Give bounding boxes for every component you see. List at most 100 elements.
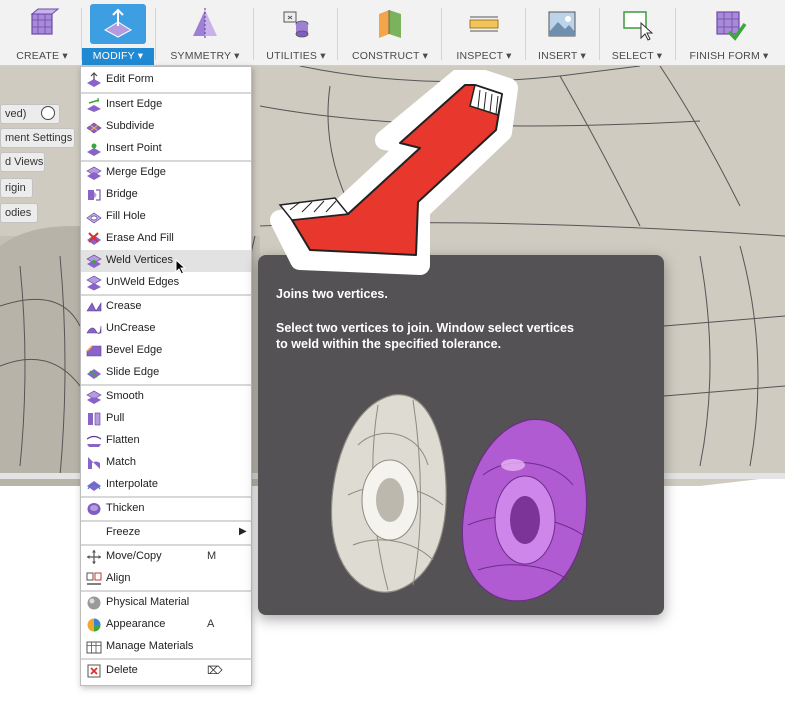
- symmetry-icon: [193, 8, 217, 40]
- menu-item-label: Edit Form: [106, 73, 154, 85]
- menu-item-freeze[interactable]: Freeze ▶: [81, 522, 251, 544]
- pull-icon: [88, 412, 101, 426]
- toolbar-select[interactable]: SELECT ▾: [600, 0, 674, 66]
- insert-icon: [548, 11, 576, 37]
- toolbar-divider: [337, 8, 338, 60]
- tooltip-preview-image: [330, 394, 588, 602]
- browser-item-origin[interactable]: rigin: [0, 178, 33, 198]
- finish-form-icon: [716, 11, 747, 41]
- browser-item-views[interactable]: d Views: [0, 152, 45, 172]
- menu-item-interpolate[interactable]: Interpolate: [81, 474, 251, 496]
- menu-item-label: Bevel Edge: [106, 344, 163, 356]
- browser-item-bodies[interactable]: odies: [0, 203, 38, 223]
- inspect-icon: [469, 16, 499, 32]
- menu-item-appearance[interactable]: Appearance A: [81, 614, 251, 636]
- align-icon: [86, 572, 102, 585]
- menu-item-label: Erase And Fill: [106, 232, 174, 244]
- toolbar-divider: [253, 8, 254, 60]
- menu-item-insert-point[interactable]: Insert Point: [81, 138, 251, 160]
- menu-item-unweld-edges[interactable]: UnWeld Edges: [81, 272, 251, 294]
- menu-item-shortcut: M: [207, 550, 217, 562]
- menu-item-label: Merge Edge: [106, 166, 166, 178]
- bridge-icon: [88, 189, 101, 201]
- menu-item-uncrease[interactable]: UnCrease: [81, 318, 251, 340]
- uncrease-icon: [86, 325, 102, 334]
- radio-icon[interactable]: [41, 106, 55, 120]
- bevel-edge-icon: [86, 345, 102, 357]
- menu-item-label: Fill Hole: [106, 210, 146, 222]
- smooth-icon: [86, 390, 102, 404]
- menu-item-flatten[interactable]: Flatten: [81, 430, 251, 452]
- toolbar-inspect-label: INSPECT ▾: [456, 50, 512, 62]
- toolbar-divider: [441, 8, 442, 60]
- white-model-icon: [330, 394, 447, 593]
- menu-item-label: Bridge: [106, 188, 138, 200]
- toolbar-modify[interactable]: MODIFY ▾: [82, 0, 154, 66]
- browser-item-label: odies: [5, 207, 32, 219]
- menu-item-insert-edge[interactable]: Insert Edge: [81, 94, 251, 116]
- menu-item-move-copy[interactable]: Move/Copy M: [81, 546, 251, 568]
- menu-item-physical-material[interactable]: Physical Material: [81, 592, 251, 614]
- menu-item-align[interactable]: Align: [81, 568, 251, 590]
- menu-item-delete[interactable]: Delete ⌦: [81, 660, 251, 682]
- toolbar-symmetry[interactable]: SYMMETRY ▾: [158, 0, 252, 66]
- menu-item-edit-form[interactable]: Edit Form: [81, 69, 251, 91]
- toolbar-symmetry-label: SYMMETRY ▾: [170, 50, 240, 62]
- menu-item-label: Thicken: [106, 502, 145, 514]
- toolbar-insert-label: INSERT ▾: [538, 50, 586, 62]
- menu-item-manage-materials[interactable]: Manage Materials: [81, 636, 251, 658]
- menu-item-pull[interactable]: Pull: [81, 408, 251, 430]
- menu-item-label: UnWeld Edges: [106, 276, 180, 288]
- menu-item-merge-edge[interactable]: Merge Edge: [81, 162, 251, 184]
- flatten-icon: [86, 435, 102, 447]
- toolbar-utilities-label: UTILITIES ▾: [266, 50, 326, 62]
- toolbar-utilities[interactable]: UTILITIES ▾: [256, 0, 336, 66]
- fill-hole-icon: [86, 212, 102, 224]
- merge-edge-icon: [86, 166, 102, 180]
- mouse-cursor-icon: [175, 259, 187, 275]
- insert-edge-icon: [87, 98, 101, 112]
- manage-materials-icon: [86, 641, 102, 654]
- menu-item-label: Insert Point: [106, 142, 162, 154]
- insert-point-icon: [87, 143, 101, 156]
- menu-item-label: Appearance: [106, 618, 166, 630]
- menu-item-subdivide[interactable]: Subdivide: [81, 116, 251, 138]
- utilities-icon: [283, 11, 309, 38]
- delete-icon: [87, 664, 101, 678]
- toolbar-finish-form[interactable]: FINISH FORM ▾: [676, 0, 782, 66]
- toolbar-construct[interactable]: CONSTRUCT ▾: [340, 0, 440, 66]
- tooltip-description: Select two vertices to join. Window sele…: [276, 321, 574, 351]
- menu-item-smooth[interactable]: Smooth: [81, 386, 251, 408]
- menu-item-label: Freeze: [106, 526, 141, 538]
- toolbar-create[interactable]: CREATE ▾: [4, 0, 80, 66]
- menu-item-label: Flatten: [106, 434, 140, 446]
- toolbar-inspect[interactable]: INSPECT ▾: [444, 0, 524, 66]
- menu-item-slide-edge[interactable]: Slide Edge: [81, 362, 251, 384]
- modify-icon: [103, 8, 133, 38]
- menu-item-label: Crease: [106, 300, 142, 312]
- menu-item-fill-hole[interactable]: Fill Hole: [81, 206, 251, 228]
- browser-item-label: ment Settings: [5, 132, 73, 144]
- toolbar-finish-form-label: FINISH FORM ▾: [689, 50, 769, 62]
- menu-item-label: Weld Vertices: [106, 254, 174, 266]
- toolbar-modify-label: MODIFY ▾: [92, 50, 144, 62]
- menu-item-bevel-edge[interactable]: Bevel Edge: [81, 340, 251, 362]
- browser-item-settings[interactable]: ment Settings: [0, 128, 75, 148]
- erase-and-fill-icon: [87, 232, 101, 245]
- menu-item-label: Move/Copy: [106, 550, 162, 562]
- subdivide-icon: [86, 122, 102, 134]
- menu-item-thicken[interactable]: Thicken: [81, 498, 251, 520]
- menu-item-bridge[interactable]: Bridge: [81, 184, 251, 206]
- toolbar-insert[interactable]: INSERT ▾: [526, 0, 598, 66]
- menu-item-label: Subdivide: [106, 120, 155, 132]
- menu-item-label: Manage Materials: [106, 640, 194, 652]
- menu-item-weld-vertices[interactable]: Weld Vertices: [81, 250, 251, 272]
- browser-item-saved[interactable]: ved): [0, 104, 60, 124]
- thicken-icon: [87, 503, 101, 515]
- menu-item-erase-and-fill[interactable]: Erase And Fill: [81, 228, 251, 250]
- move-copy-icon: [87, 550, 101, 564]
- construct-icon: [379, 10, 401, 38]
- menu-item-match[interactable]: Match: [81, 452, 251, 474]
- menu-item-crease[interactable]: Crease: [81, 296, 251, 318]
- menu-item-label: Insert Edge: [106, 98, 163, 110]
